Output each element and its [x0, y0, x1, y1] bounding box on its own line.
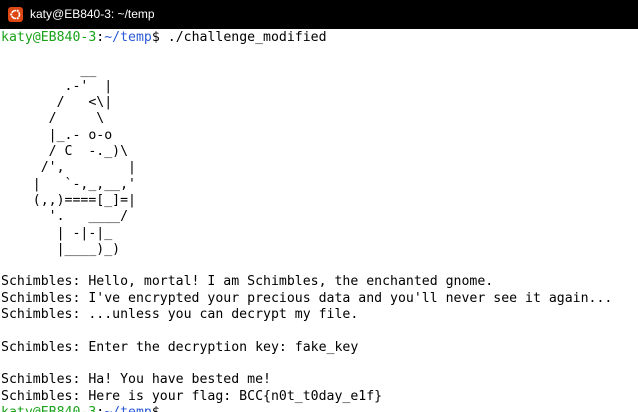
ascii-art-line: |_.- o-o	[1, 127, 113, 143]
flag-output-line: Schimbles: Here is your flag: BCC{n0t_t0…	[1, 388, 383, 404]
prompt-suffix: $	[151, 30, 168, 45]
ubuntu-logo-icon[interactable]	[8, 7, 23, 22]
prompt-user-host: katy@EB840-3	[1, 405, 96, 412]
ascii-art-line: / C -._)\	[1, 144, 129, 160]
output-line: Schimbles: ...unless you can decrypt my …	[1, 307, 359, 323]
prompt-user-host: katy@EB840-3	[1, 30, 97, 45]
ascii-art-line: (,,)====[_]=|	[1, 192, 136, 208]
active-prompt-line[interactable]: katy@EB840-3:~/temp$	[1, 405, 637, 412]
ascii-art-line: __	[1, 62, 97, 78]
prompt-path: ~/temp	[104, 405, 152, 412]
terminal-output[interactable]: katy@EB840-3:~/temp$ ./challenge_modifie…	[1, 30, 637, 412]
ascii-art-line: | -|-|_	[1, 225, 113, 241]
terminal-window: katy@EB840-3: ~/temp katy@EB840-3:~/temp…	[0, 0, 638, 412]
output-line: Schimbles: Hello, mortal! I am Schimbles…	[1, 274, 494, 290]
prompt-suffix: $	[152, 405, 168, 412]
ascii-art-line: .-' |	[1, 78, 113, 94]
output-line: Schimbles: I've encrypted your precious …	[1, 290, 613, 306]
gnome-ascii-art: __ .-' | / <\| / \ |_.- o-o / C -._)\ /'…	[1, 63, 637, 259]
ascii-art-line: | `-,_,__,'	[1, 176, 136, 192]
ascii-art-line: / <\|	[1, 95, 113, 111]
prompt-path: ~/temp	[104, 30, 152, 45]
ascii-art-line: /', |	[1, 160, 136, 176]
command-text: ./challenge_modified	[167, 30, 327, 45]
output-line: Schimbles: Enter the decryption key: fak…	[1, 339, 359, 355]
window-title: katy@EB840-3: ~/temp	[30, 7, 155, 21]
title-bar[interactable]: katy@EB840-3: ~/temp	[0, 0, 638, 29]
output-line: Schimbles: Ha! You have bested me!	[1, 372, 271, 388]
ascii-art-line: '. ____/	[1, 209, 129, 225]
ascii-art-line: |____)_)	[1, 241, 121, 257]
ascii-art-line: / \	[1, 111, 105, 127]
command-line: katy@EB840-3:~/temp$ ./challenge_modifie…	[1, 30, 637, 46]
